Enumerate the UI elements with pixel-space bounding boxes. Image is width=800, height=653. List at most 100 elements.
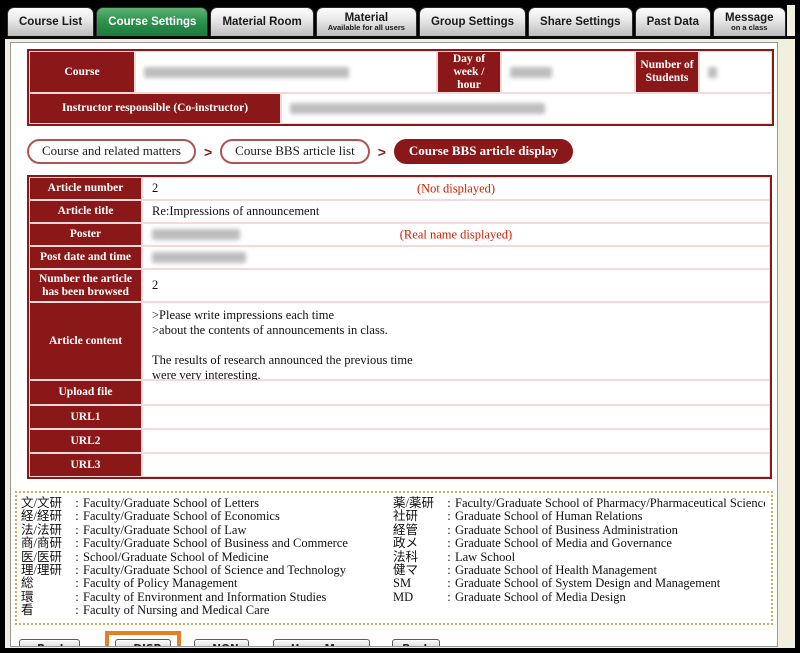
redacted-course-name: [144, 66, 349, 78]
redacted-instructor-name: [290, 103, 545, 114]
url2-row: URL2: [29, 429, 770, 453]
tab-course-list[interactable]: Course List: [7, 7, 95, 36]
unav-memo-button[interactable]: ►Unav Memo: [272, 638, 371, 646]
legend-desc: Graduate School of System Design and Man…: [455, 577, 721, 591]
legend-colon: :: [447, 549, 451, 564]
legend-abbr: 商/商研: [21, 536, 62, 551]
tab-material-sublabel: Available for all users: [327, 23, 405, 32]
article-content-label: Article content: [29, 302, 142, 380]
article-number-text: 2: [152, 181, 159, 195]
legend-item: 環: Faculty of Environment and Information…: [21, 589, 393, 604]
url2-value: [142, 429, 770, 453]
not-displayed-note: (Not displayed): [416, 181, 496, 195]
legend-abbr: 社研: [393, 509, 419, 524]
legend-item: 文/文研: Faculty/Graduate School of Letters: [21, 496, 393, 510]
tab-group: Course List Course Settings Material Roo…: [5, 5, 787, 36]
tab-past-data[interactable]: Past Data: [634, 7, 711, 36]
breadcrumb-separator: >: [203, 143, 213, 160]
legend-item: 商/商研: Faculty/Graduate School of Business…: [21, 536, 393, 551]
legend-colon: :: [75, 563, 79, 578]
legend-desc: Graduate School of Business Administrati…: [455, 523, 678, 537]
legend-colon: :: [447, 589, 451, 604]
browsed-count-text: 2: [152, 278, 159, 292]
instructor-label: Instructor responsible (Co-instructor): [29, 93, 281, 124]
legend-item: 理/理研: Faculty/Graduate School of Science …: [21, 563, 393, 578]
url1-label: URL1: [29, 405, 142, 429]
legend-desc: Graduate School of Human Relations: [455, 510, 643, 524]
legend-abbr: SM: [393, 576, 412, 591]
legend-desc: Graduate School of Media and Governance: [455, 537, 672, 551]
post-date-label: Post date and time: [29, 246, 142, 269]
url3-value: [142, 453, 770, 477]
poster-row: Poster (Real name displayed): [29, 223, 770, 246]
legend-desc: Faculty/Graduate School of Economics: [83, 510, 280, 524]
disp-button[interactable]: ►DISP: [115, 638, 172, 646]
legend-item: 医/医研: School/Graduate School of Medicine: [21, 549, 393, 564]
breadcrumb-course-related[interactable]: Course and related matters: [27, 139, 196, 164]
article-title-row: Article title Re:Impressions of announce…: [29, 200, 770, 223]
legend-colon: :: [75, 549, 79, 564]
tab-material[interactable]: Material Available for all users: [315, 7, 417, 36]
tab-course-settings[interactable]: Course Settings: [96, 7, 209, 36]
poster-value: (Real name displayed): [142, 223, 770, 246]
legend-abbr: 健マ: [393, 563, 419, 578]
legend-colon: :: [75, 496, 79, 510]
course-value: [135, 51, 437, 93]
legend-item: MD: Graduate School of Media Design: [393, 589, 765, 604]
tab-material-room-label: Material Room: [222, 16, 302, 28]
redacted-poster-name: [152, 229, 240, 240]
tab-share-settings-label: Share Settings: [540, 16, 621, 28]
browsed-count-value: 2: [142, 269, 770, 302]
url1-row: URL1: [29, 405, 770, 429]
upload-file-row: Upload file: [29, 380, 770, 405]
legend-desc: Faculty/Graduate School of Science and T…: [83, 564, 347, 578]
faculty-legend: 文/文研: Faculty/Graduate School of Letters …: [15, 491, 773, 625]
legend-item: 健マ: Graduate School of Health Management: [393, 563, 765, 578]
legend-abbr: 環: [21, 589, 34, 604]
breadcrumb-article-display: Course BBS article display: [393, 139, 574, 164]
legend-desc: Faculty of Policy Management: [83, 577, 238, 591]
tab-message[interactable]: Message on a class: [712, 7, 786, 36]
article-content-row: Article content >Please write impression…: [29, 302, 770, 382]
breadcrumb-article-list[interactable]: Course BBS article list: [220, 139, 370, 164]
article-number-row: Article number 2 (Not displayed): [29, 177, 770, 200]
post-date-row: Post date and time: [29, 246, 770, 269]
day-of-week-label: Day of week / hour: [437, 51, 501, 93]
legend-colon: :: [75, 522, 79, 537]
back-button[interactable]: Back: [392, 638, 441, 646]
legend-item: 政メ: Graduate School of Media and Governan…: [393, 536, 765, 551]
article-title-value: Re:Impressions of announcement: [142, 200, 770, 223]
tab-share-settings[interactable]: Share Settings: [528, 7, 633, 36]
tab-material-room[interactable]: Material Room: [210, 7, 314, 36]
legend-colon: :: [75, 576, 79, 591]
legend-colon: :: [447, 563, 451, 578]
legend-item: 社研: Graduate School of Human Relations: [393, 509, 765, 524]
legend-desc: Faculty/Graduate School of Law: [83, 523, 247, 537]
tab-past-data-label: Past Data: [646, 16, 699, 28]
course-label: Course: [29, 51, 135, 93]
redacted-students-count: [708, 66, 717, 78]
tab-group-settings-label: Group Settings: [430, 16, 515, 28]
url3-label: URL3: [29, 453, 142, 477]
instructor-value: [281, 93, 772, 124]
legend-colon: :: [75, 589, 79, 604]
article-title-label: Article title: [29, 200, 142, 223]
legend-desc: Faculty of Environment and Information S…: [83, 590, 327, 604]
legend-item: 薬/薬研: Faculty/Graduate School of Pharmacy…: [393, 496, 765, 510]
non-button[interactable]: ►NON: [194, 638, 249, 646]
tab-bar: Course List Course Settings Material Roo…: [5, 5, 795, 39]
legend-item: 看: Faculty of Nursing and Medical Care: [21, 603, 393, 618]
legend-colon: :: [75, 603, 79, 618]
legend-abbr: 理/理研: [21, 563, 62, 578]
legend-colon: :: [447, 509, 451, 524]
browsed-count-label: Number the article has been browsed: [29, 269, 142, 302]
poster-label: Poster: [29, 223, 142, 246]
legend-colon: :: [447, 576, 451, 591]
tab-group-settings[interactable]: Group Settings: [418, 7, 527, 36]
legend-desc: Faculty/Graduate School of Business and …: [83, 537, 348, 551]
course-info-row-2: Instructor responsible (Co-instructor): [29, 93, 772, 124]
legend-item: 法科: Law School: [393, 549, 765, 564]
legend-desc: Law School: [455, 550, 516, 564]
article-table: Article number 2 (Not displayed) Article…: [27, 175, 772, 479]
reply-button[interactable]: ►Reply: [19, 638, 81, 646]
